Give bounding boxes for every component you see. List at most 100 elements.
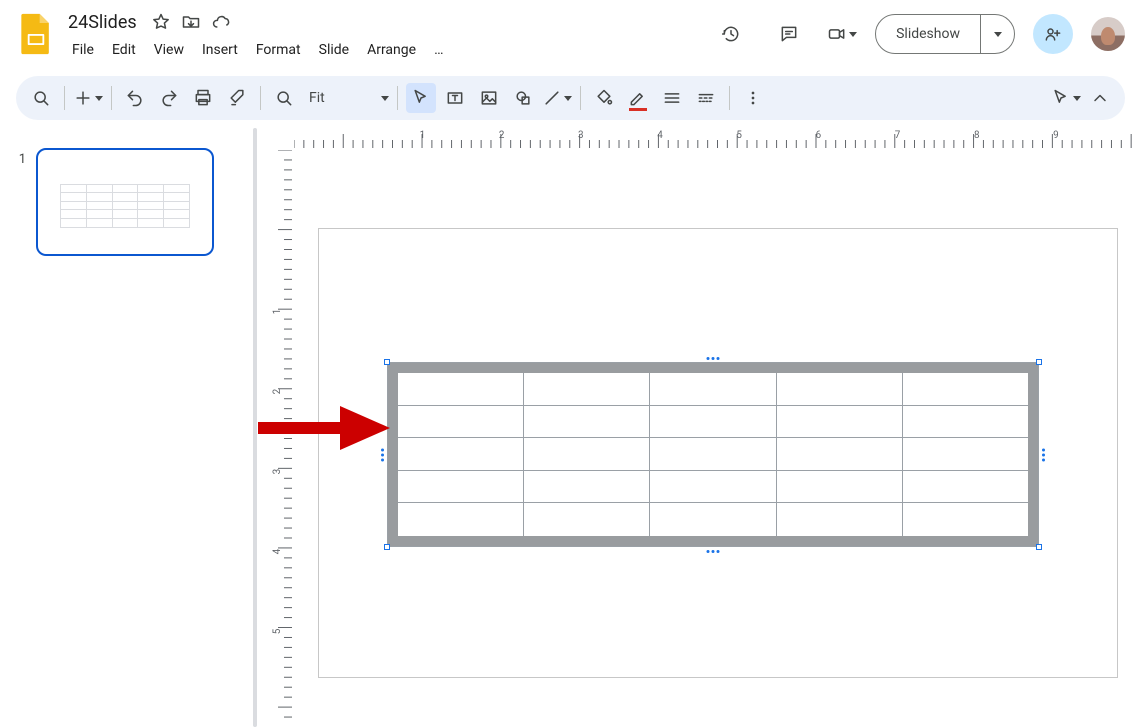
svg-text:2: 2: [272, 388, 283, 394]
svg-text:8: 8: [974, 130, 980, 141]
svg-text:7: 7: [895, 130, 901, 141]
resize-handle[interactable]: [1036, 544, 1042, 550]
menu-slide[interactable]: Slide: [311, 38, 357, 62]
border-color-icon[interactable]: [623, 83, 653, 113]
table-cell[interactable]: [650, 373, 776, 405]
textbox-icon[interactable]: [440, 83, 470, 113]
ruler-horizontal: 1 2 3 4 5 6 7 8 9: [294, 128, 1141, 150]
slide-canvas[interactable]: [318, 228, 1118, 678]
slideshow-dropdown[interactable]: [980, 15, 1014, 53]
table-cell[interactable]: [398, 471, 524, 503]
move-icon[interactable]: [181, 12, 201, 32]
table-cell[interactable]: [524, 406, 650, 438]
table-cell[interactable]: [777, 373, 903, 405]
table-cell[interactable]: [903, 503, 1028, 536]
comments-icon[interactable]: [769, 14, 809, 54]
table-cell[interactable]: [903, 373, 1028, 405]
menu-bar: File Edit View Insert Format Slide Arran…: [64, 38, 451, 62]
slideshow-split-button: Slideshow: [875, 14, 1015, 54]
fill-color-icon[interactable]: [589, 83, 619, 113]
menu-view[interactable]: View: [146, 38, 192, 62]
svg-text:5: 5: [272, 628, 283, 634]
resize-handle[interactable]: [384, 359, 390, 365]
border-weight-icon[interactable]: [657, 83, 687, 113]
print-icon[interactable]: [188, 83, 218, 113]
star-icon[interactable]: [151, 12, 171, 32]
toolbar: Fit: [16, 76, 1125, 120]
svg-text:9: 9: [1053, 130, 1059, 141]
redo-icon[interactable]: [154, 83, 184, 113]
svg-text:3: 3: [272, 469, 283, 475]
meet-button[interactable]: [827, 24, 857, 44]
zoom-icon[interactable]: [269, 83, 299, 113]
paint-format-icon[interactable]: [222, 83, 252, 113]
svg-text:6: 6: [816, 130, 822, 141]
resize-handle[interactable]: [1036, 359, 1042, 365]
resize-handle[interactable]: [384, 544, 390, 550]
table-cell[interactable]: [524, 471, 650, 503]
document-title[interactable]: 24Slides: [64, 10, 141, 35]
menu-format[interactable]: Format: [248, 38, 309, 62]
table-cell[interactable]: [650, 503, 776, 536]
slide-thumb-1[interactable]: 1: [12, 148, 240, 256]
table-cell[interactable]: [903, 471, 1028, 503]
table-cell[interactable]: [524, 503, 650, 536]
table-cell[interactable]: [398, 503, 524, 536]
title-actions: Slideshow: [711, 14, 1125, 54]
menu-arrange[interactable]: Arrange: [359, 38, 424, 62]
table-cell[interactable]: [650, 471, 776, 503]
image-icon[interactable]: [474, 83, 504, 113]
ruler-vertical: 12345: [272, 150, 294, 727]
drag-handle[interactable]: [707, 550, 720, 553]
table-cell[interactable]: [777, 471, 903, 503]
table-cell[interactable]: [650, 406, 776, 438]
svg-text:4: 4: [657, 130, 663, 141]
table-cell[interactable]: [777, 406, 903, 438]
select-tool-icon[interactable]: [406, 83, 436, 113]
menu-edit[interactable]: Edit: [104, 38, 144, 62]
table-cell[interactable]: [398, 406, 524, 438]
slideshow-button[interactable]: Slideshow: [876, 15, 980, 53]
drag-handle[interactable]: [1042, 448, 1045, 461]
drag-handle[interactable]: [381, 448, 384, 461]
canvas-area: 1 2 3 4 5 6 7 8 9 1 2 3 4 5: [258, 128, 1141, 727]
new-slide-button[interactable]: [73, 88, 103, 108]
menu-file[interactable]: File: [64, 38, 102, 62]
svg-text:4: 4: [272, 548, 283, 554]
svg-text:5: 5: [736, 130, 742, 141]
table-cell[interactable]: [398, 373, 524, 405]
drag-handle[interactable]: [707, 357, 720, 360]
zoom-label: Fit: [303, 90, 331, 106]
menu-insert[interactable]: Insert: [194, 38, 246, 62]
more-icon[interactable]: [738, 83, 768, 113]
table-cell[interactable]: [524, 438, 650, 470]
svg-text:1: 1: [420, 130, 426, 141]
svg-text:2: 2: [499, 130, 505, 141]
title-bar: 24Slides File Edit View Insert Format Sl…: [0, 0, 1141, 68]
table-cell[interactable]: [398, 438, 524, 470]
pointer-mode[interactable]: [1051, 88, 1081, 108]
account-avatar[interactable]: [1091, 17, 1125, 51]
app-icon[interactable]: [16, 14, 56, 54]
history-icon[interactable]: [711, 14, 751, 54]
line-tool[interactable]: [542, 88, 572, 108]
share-button[interactable]: [1033, 14, 1073, 54]
cloud-saved-icon[interactable]: [211, 12, 231, 32]
filmstrip[interactable]: 1: [0, 128, 252, 727]
border-dash-icon[interactable]: [691, 83, 721, 113]
table-cell[interactable]: [777, 503, 903, 536]
table-cell[interactable]: [903, 406, 1028, 438]
collapse-toolbar-icon[interactable]: [1085, 83, 1115, 113]
table-cell[interactable]: [777, 438, 903, 470]
menu-overflow[interactable]: …: [426, 38, 451, 62]
zoom-select[interactable]: Fit: [303, 90, 389, 106]
svg-text:3: 3: [578, 130, 584, 141]
shape-icon[interactable]: [508, 83, 538, 113]
table-cell[interactable]: [524, 373, 650, 405]
search-menus-icon[interactable]: [26, 83, 56, 113]
workspace: 1 1 2 3 4 5 6 7 8 9 1 2 3 4 5: [0, 128, 1141, 727]
undo-icon[interactable]: [120, 83, 150, 113]
table-cell[interactable]: [903, 438, 1028, 470]
table-cell[interactable]: [650, 438, 776, 470]
selected-table[interactable]: [387, 362, 1039, 547]
